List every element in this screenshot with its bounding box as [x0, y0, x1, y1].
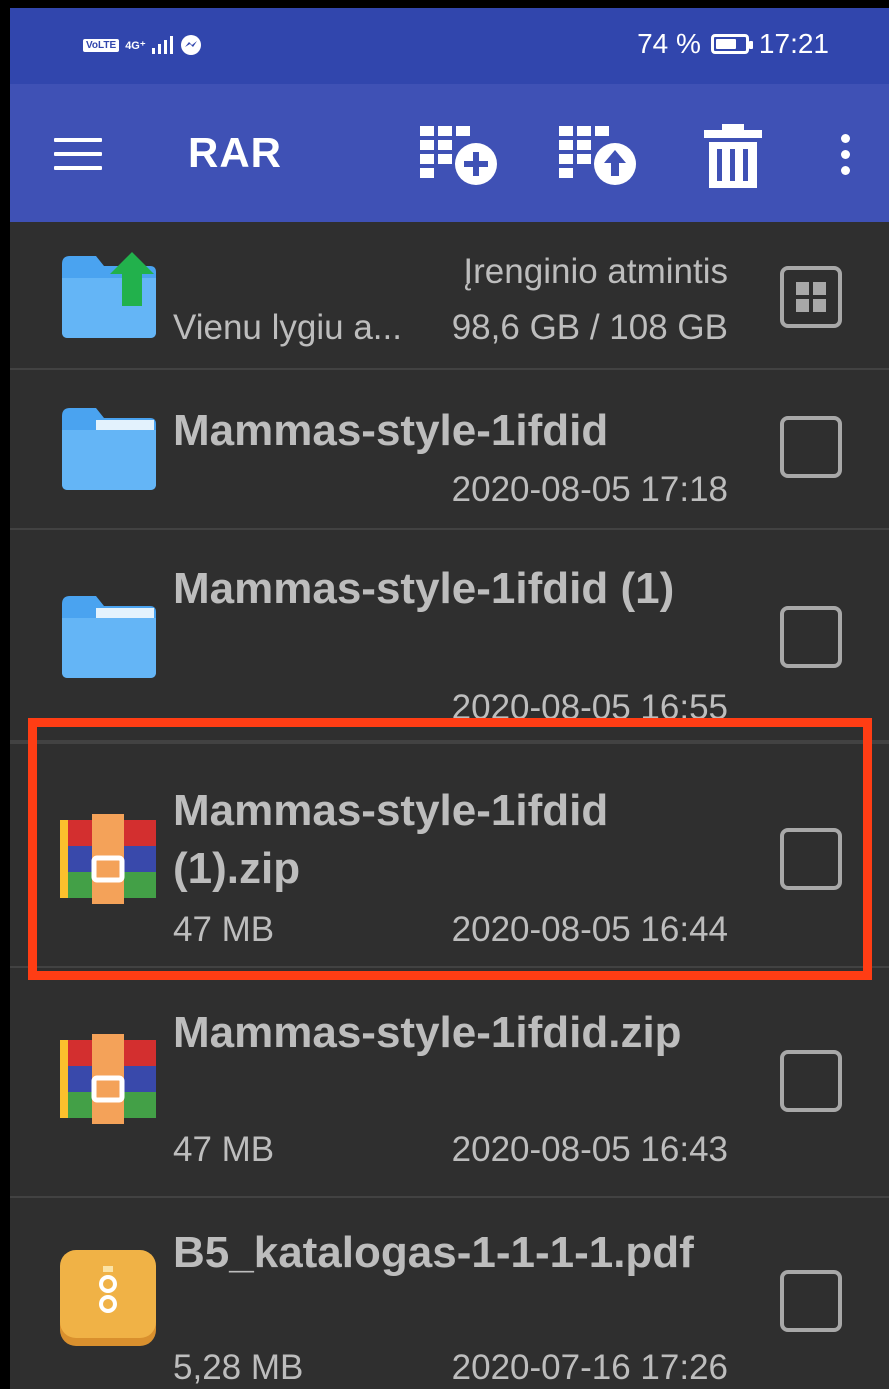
grid-icon: [796, 282, 826, 312]
folder-up-icon: [62, 252, 156, 338]
archive-add-icon[interactable]: [416, 122, 506, 188]
file-date: 2020-08-05 16:43: [451, 1130, 728, 1169]
list-item[interactable]: B5_katalogas-1-1-1-1.pdf 5,28 MB 2020-07…: [10, 1198, 889, 1389]
app-bar: RAR: [10, 84, 889, 222]
messenger-icon: [180, 35, 201, 55]
more-vert-icon[interactable]: [841, 134, 851, 182]
signal-icon: [151, 36, 173, 54]
list-item[interactable]: Mammas-style-1ifdid.zip 47 MB 2020-08-05…: [10, 986, 889, 1198]
archive-extract-icon[interactable]: [555, 122, 645, 188]
file-name: Mammas-style-1ifdid (1): [173, 564, 675, 613]
select-checkbox[interactable]: [780, 606, 842, 668]
menu-icon[interactable]: [54, 138, 102, 170]
status-right: 74 % 17:21: [637, 28, 829, 60]
file-size: 5,28 MB: [173, 1348, 304, 1387]
select-checkbox[interactable]: [780, 1050, 842, 1112]
storage-label: Įrenginio atmintis: [463, 252, 728, 291]
file-date: 2020-08-05 17:18: [451, 470, 728, 509]
file-size: 47 MB: [173, 1130, 275, 1169]
delete-icon[interactable]: [702, 122, 764, 190]
status-left: VoLTE 4G⁺: [83, 34, 202, 56]
status-bar: VoLTE 4G⁺ 74 % 17:21: [10, 8, 889, 84]
folder-icon: [62, 596, 156, 678]
clock: 17:21: [758, 28, 829, 59]
file-name: Mammas-style-1ifdid.zip: [173, 1008, 682, 1057]
network-type: 4G⁺: [125, 39, 146, 52]
volte-badge: VoLTE: [83, 38, 120, 52]
list-item[interactable]: Mammas-style-1ifdid 2020-08-05 17:18: [10, 370, 889, 530]
file-name: Mammas-style-1ifdid: [173, 406, 609, 455]
file-date: 2020-07-16 17:26: [451, 1348, 728, 1387]
highlight-box: [28, 718, 872, 980]
folder-icon: [62, 408, 156, 490]
app-title: RAR: [188, 129, 282, 176]
list-item[interactable]: Mammas-style-1ifdid (1) 2020-08-05 16:55: [10, 530, 889, 742]
storage-usage: 98,6 GB / 108 GB: [451, 308, 728, 347]
screen: VoLTE 4G⁺ 74 % 17:21 RAR Įrenginio atmin…: [10, 8, 889, 1389]
pdf-document-icon: [60, 1250, 156, 1346]
select-checkbox[interactable]: [780, 1270, 842, 1332]
grid-view-button[interactable]: [780, 266, 842, 328]
up-one-level-label: Vienu lygiu a...: [173, 308, 402, 347]
battery-icon: [710, 34, 753, 54]
battery-percent: 74 %: [637, 28, 701, 59]
select-checkbox[interactable]: [780, 416, 842, 478]
file-name: B5_katalogas-1-1-1-1.pdf: [173, 1228, 694, 1277]
storage-row[interactable]: Įrenginio atmintis Vienu lygiu a... 98,6…: [10, 222, 889, 370]
rar-archive-icon: [60, 1034, 156, 1124]
